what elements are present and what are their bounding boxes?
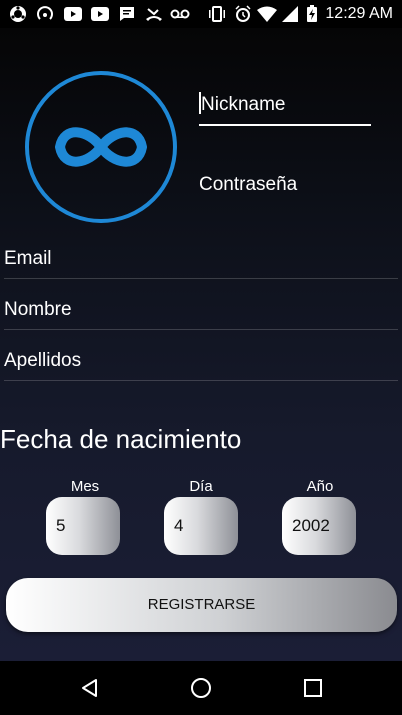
day-input[interactable]: 4 <box>164 497 238 555</box>
password-placeholder: Contraseña <box>199 174 298 195</box>
nickname-field[interactable]: Nickname <box>199 92 371 126</box>
status-bar: 12:29 AM <box>0 0 402 28</box>
ubuntu-icon <box>8 4 28 24</box>
back-icon[interactable] <box>78 676 102 700</box>
youtube-icon <box>90 4 110 24</box>
sms-icon <box>117 4 137 24</box>
register-screen: Nickname Contraseña Email Nombre Apellid… <box>0 28 402 661</box>
register-button[interactable]: REGISTRARSE <box>6 578 397 632</box>
battery-charging-icon <box>302 4 322 24</box>
wifi-icon <box>257 4 277 24</box>
month-label: Mes <box>70 478 100 495</box>
surname-placeholder: Apellidos <box>4 350 82 371</box>
infinity-logo <box>24 70 178 224</box>
alarm-icon <box>233 4 253 24</box>
recents-icon[interactable] <box>301 676 325 700</box>
email-field[interactable]: Email <box>4 248 398 279</box>
birthdate-title: Fecha de nacimiento <box>0 424 242 454</box>
status-time: 12:29 AM <box>325 5 393 22</box>
voicemail-icon <box>170 4 190 24</box>
missed-call-icon <box>144 4 164 24</box>
month-input[interactable]: 5 <box>46 497 120 555</box>
name-placeholder: Nombre <box>4 299 72 320</box>
name-field[interactable]: Nombre <box>4 299 398 330</box>
year-label: Año <box>306 478 334 495</box>
year-input[interactable]: 2002 <box>282 497 356 555</box>
navigation-bar <box>0 661 402 715</box>
day-label: Día <box>189 478 213 495</box>
home-icon[interactable] <box>189 676 213 700</box>
youtube-icon <box>63 4 83 24</box>
surname-field[interactable]: Apellidos <box>4 350 398 381</box>
hotspot-icon <box>35 4 55 24</box>
signal-icon <box>280 4 300 24</box>
vibrate-icon <box>207 4 227 24</box>
nickname-placeholder: Nickname <box>201 94 286 115</box>
password-field[interactable]: Contraseña <box>199 174 371 204</box>
email-placeholder: Email <box>4 248 52 269</box>
